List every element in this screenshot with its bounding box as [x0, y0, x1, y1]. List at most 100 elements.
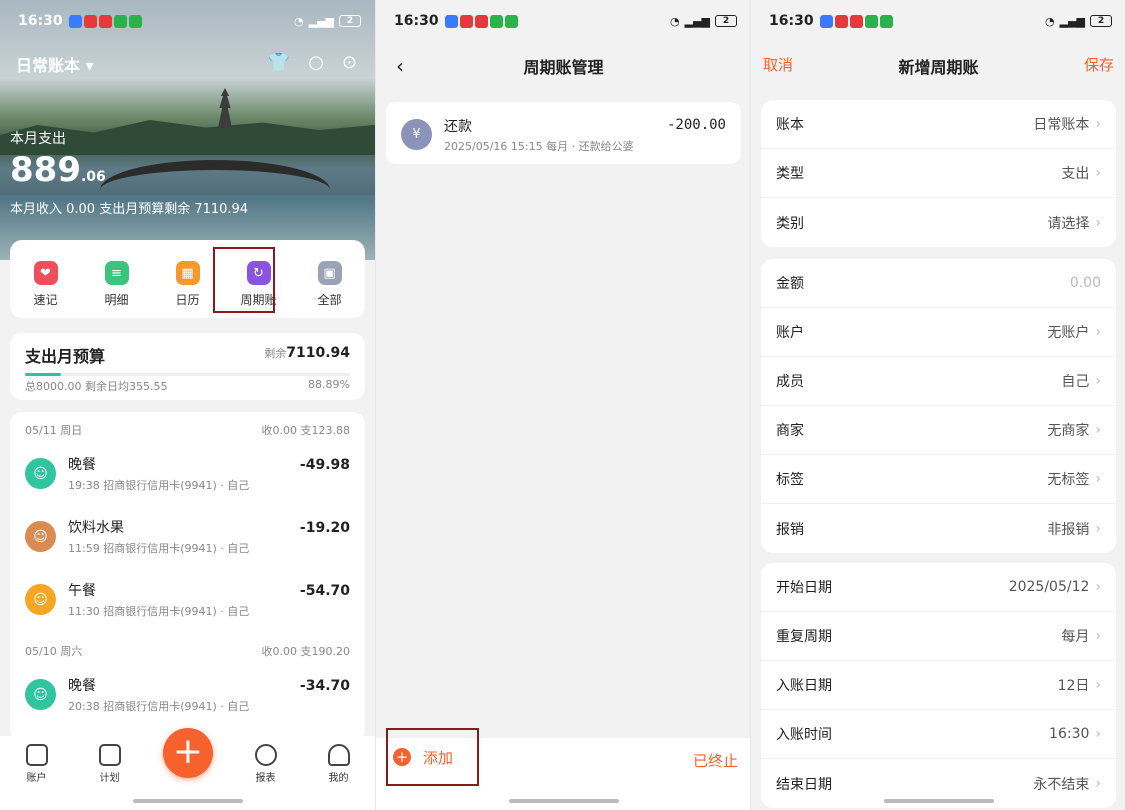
back-arrow-icon[interactable]: ‹ [396, 54, 404, 78]
form-row-value: 无标签 [1047, 472, 1090, 488]
wifi-icon: ◔ [670, 14, 680, 28]
form-row[interactable]: 入账时间 16:30 › [761, 710, 1116, 759]
form-row-value: 支出 [1061, 166, 1090, 182]
hero-pagoda [218, 88, 232, 128]
notification-icons [819, 14, 893, 28]
periodic-item[interactable]: ¥ 还款 2025/05/16 15:15 每月 · 还款给公婆 -200.00 [386, 102, 741, 164]
quick-action-label: 日历 [175, 293, 200, 307]
chevron-right-icon: › [1095, 726, 1101, 742]
quick-action[interactable]: ≡ 明细 [87, 258, 147, 318]
quick-action[interactable]: ❤ 速记 [16, 258, 76, 318]
day-date: 05/10 周六 [25, 645, 83, 658]
quick-action-icon: ▦ [175, 261, 200, 285]
save-button[interactable]: 保存 [1084, 54, 1114, 75]
transaction-amount: -19.20 [299, 520, 350, 536]
add-record-button[interactable]: + [163, 728, 213, 778]
form-row-label: 开始日期 [776, 580, 832, 596]
form-row-label: 类别 [776, 215, 804, 232]
form-row[interactable]: 入账日期 12日 › [761, 661, 1116, 710]
repayment-icon: ¥ [401, 119, 432, 150]
chevron-right-icon: › [1095, 324, 1101, 340]
chevron-right-icon: › [1095, 677, 1101, 693]
form-row[interactable]: 报销 非报销 › [761, 504, 1116, 553]
quick-action-label: 速记 [33, 293, 58, 307]
tab-report[interactable]: 报表 [241, 740, 291, 810]
periodic-item-amount: -200.00 [666, 117, 726, 133]
more-icon[interactable]: ⊙ [342, 52, 357, 73]
form-row[interactable]: 开始日期 2025/05/12 › [761, 563, 1116, 612]
transaction-name: 饮料水果 [68, 520, 124, 536]
form-row-label: 标签 [776, 472, 804, 488]
transaction-row[interactable]: ☺ 晚餐 19:38 招商银行信用卡(9941) · 自己 -49.98 [10, 444, 365, 507]
search-icon[interactable]: ○ [308, 52, 324, 73]
signal-icon: ▂▄▆ [308, 14, 334, 28]
form-row[interactable]: 账户 无账户 › [761, 308, 1116, 357]
battery-icon: 2 [715, 15, 737, 27]
form-group: 金额 0.00 账户 无账户 › 成员 自己 › 商家 无商家 › 标签 无标签 › 报销 非报销 › [761, 259, 1116, 553]
status-time: 16:30 [18, 13, 63, 29]
chevron-right-icon: › [1095, 373, 1101, 389]
home-screen: 16:30 ◔ ▂▄▆ 2 日常账本 ▾ 👕 ○ ⊙ 本月支出 889.06 本… [0, 0, 375, 810]
transaction-list: 05/11 周日 收0.00 支123.88 ☺ 晚餐 19:38 招商银行信用卡(99… [10, 412, 365, 742]
tshirt-icon[interactable]: 👕 [268, 52, 290, 73]
form-row-label: 商家 [776, 423, 804, 439]
transaction-row[interactable]: ☺ 午餐 11:30 招商银行信用卡(9941) · 自己 -54.70 [10, 570, 365, 633]
form-row-value: 每月 [1061, 629, 1090, 645]
quick-action[interactable]: ▣ 全部 [300, 258, 360, 318]
tab-me[interactable]: 我的 [314, 740, 364, 810]
status-bar: 16:30 ◔ ▂▄▆ 2 [751, 0, 1125, 42]
book-switcher[interactable]: 日常账本 ▾ [16, 52, 94, 76]
transaction-row[interactable]: ☺ 晚餐 20:38 招商银行信用卡(9941) · 自己 -34.70 [10, 665, 365, 728]
chevron-right-icon: › [1095, 116, 1101, 132]
form-row-value: 请选择 [1047, 215, 1090, 232]
form-row-value: 无商家 [1047, 423, 1090, 439]
wallet-icon [25, 744, 48, 766]
budget-progress-fill [25, 373, 61, 376]
form-group: 开始日期 2025/05/12 › 重复周期 每月 › 入账日期 12日 › 入账时间 16:30 ›… [761, 563, 1116, 808]
chevron-right-icon: › [1095, 628, 1101, 644]
quick-action-icon: ❤ [33, 261, 58, 285]
month-amount-int: 889 [10, 150, 81, 190]
form-row[interactable]: 标签 无标签 › [761, 455, 1116, 504]
nav-bar: 取消 新增周期账 保存 [751, 42, 1125, 86]
form-row[interactable]: 成员 自己 › [761, 357, 1116, 406]
battery-icon: 2 [1090, 15, 1112, 27]
form-row[interactable]: 金额 0.00 [761, 259, 1116, 308]
transaction-detail: 11:30 招商银行信用卡(9941) · 自己 [68, 605, 250, 618]
chevron-right-icon: › [1095, 471, 1101, 487]
notification-icons [68, 14, 142, 28]
form-group: 账本 日常账本 › 类型 支出 › 类别 请选择 › [761, 100, 1116, 247]
transaction-row[interactable]: ☺ 饮料水果 11:59 招商银行信用卡(9941) · 自己 -19.20 [10, 507, 365, 570]
add-periodic-button[interactable]: + 添加 [386, 728, 479, 786]
chart-icon [254, 744, 277, 766]
form-row[interactable]: 类型 支出 › [761, 149, 1116, 198]
transaction-amount: -34.70 [299, 678, 350, 694]
category-icon: ☺ [25, 458, 56, 489]
form-row[interactable]: 商家 无商家 › [761, 406, 1116, 455]
chevron-right-icon: › [1095, 422, 1101, 438]
form-row[interactable]: 重复周期 每月 › [761, 612, 1116, 661]
tab-plan[interactable]: 计划 [85, 740, 135, 810]
form-row-value: 0.00 [1069, 275, 1101, 291]
form-row-label: 金额 [776, 276, 804, 292]
budget-remaining: 剩余7110.94 [264, 345, 350, 361]
budget-remaining-value: 7110.94 [286, 345, 350, 361]
transaction-amount: -54.70 [299, 583, 350, 599]
page-title: 新增周期账 [898, 58, 979, 77]
form-row-value: 无账户 [1047, 325, 1090, 341]
tab-account[interactable]: 账户 [12, 740, 62, 810]
transaction-detail: 19:38 招商银行信用卡(9941) · 自己 [68, 479, 250, 492]
user-icon [327, 744, 350, 766]
terminated-link[interactable]: 已终止 [693, 750, 738, 771]
form-row-value: 2025/05/12 [1008, 579, 1090, 595]
budget-card[interactable]: 支出月预算 剩余7110.94 总8000.00 剩余日均355.55 88.8… [10, 333, 365, 400]
system-icons: ◔ ▂▄▆ 2 [670, 15, 737, 28]
form-row[interactable]: 类别 请选择 › [761, 198, 1116, 247]
tab-label: 计划 [99, 773, 120, 784]
tab-label: 我的 [328, 773, 349, 784]
budget-percent: 88.89% [308, 378, 350, 391]
quick-action[interactable]: ▦ 日历 [158, 258, 218, 318]
form-row[interactable]: 账本 日常账本 › [761, 100, 1116, 149]
tab-label: 账户 [26, 773, 47, 784]
home-indicator [133, 799, 243, 803]
